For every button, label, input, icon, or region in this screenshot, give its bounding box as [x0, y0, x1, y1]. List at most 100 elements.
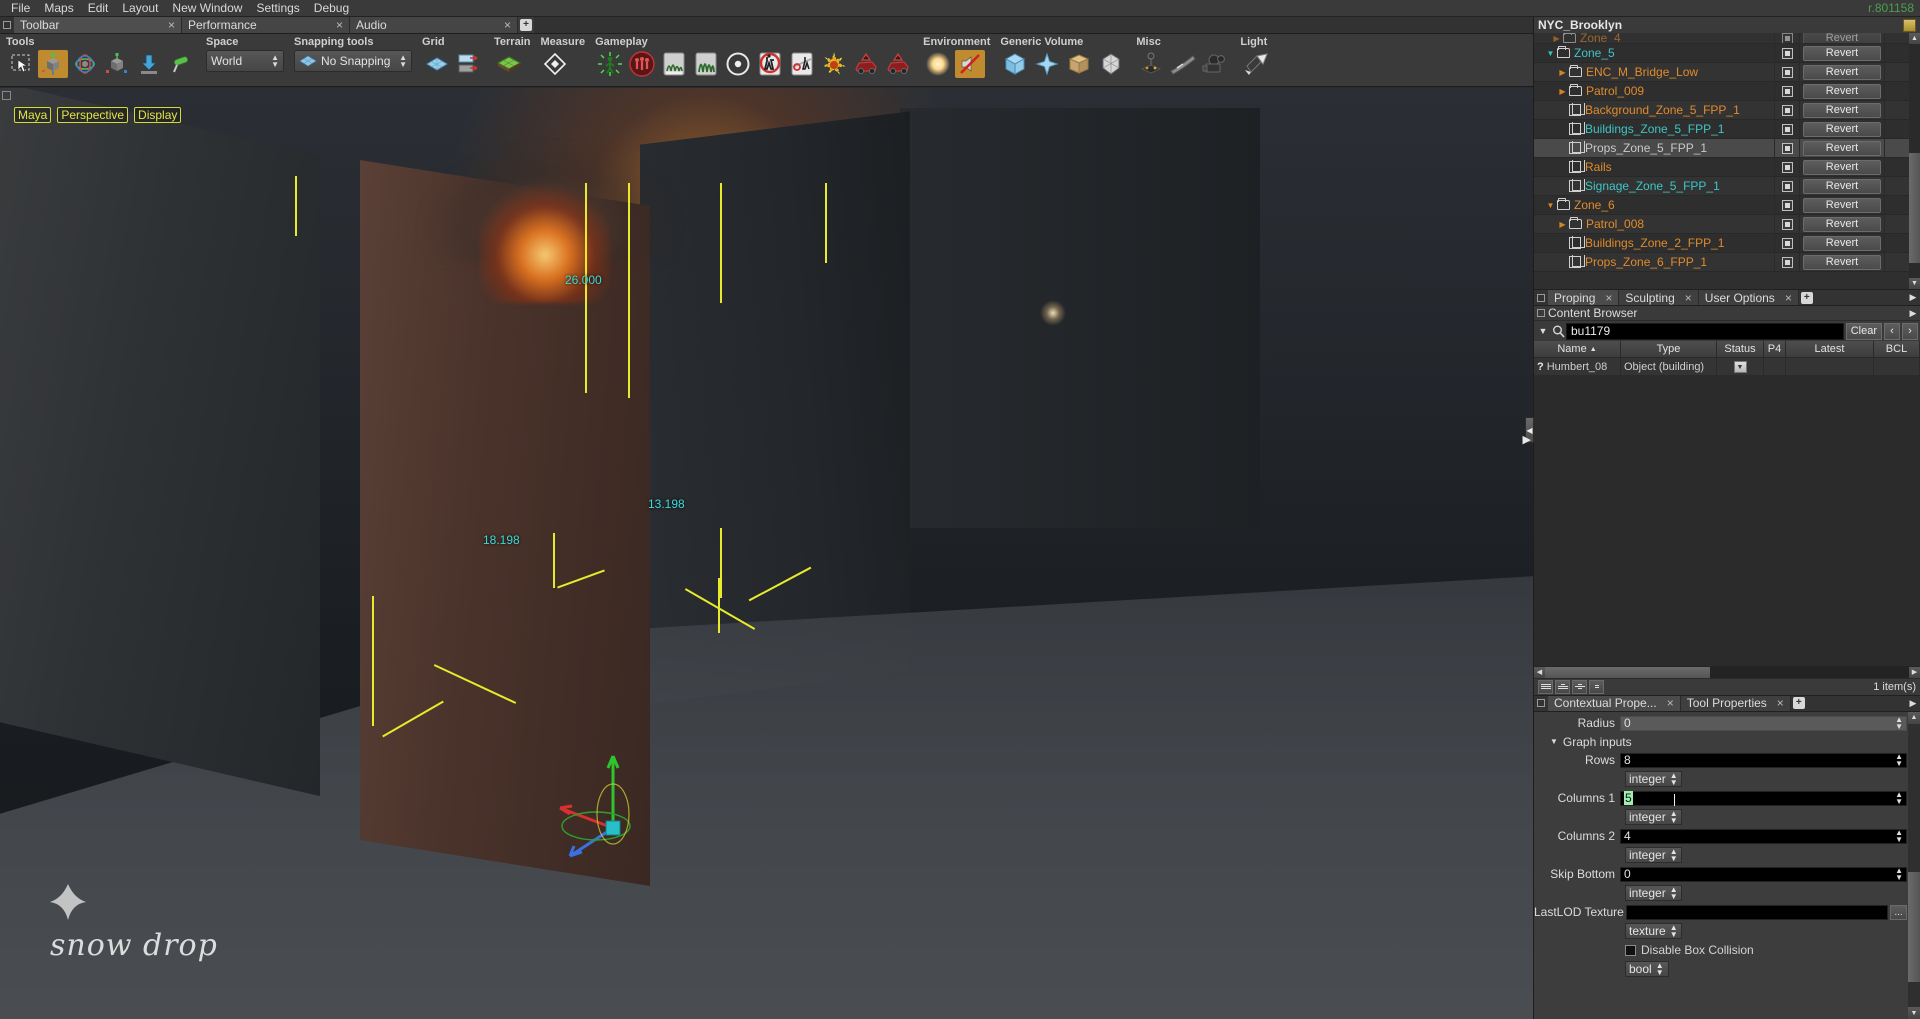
- tab-user-options[interactable]: User Options ×: [1698, 290, 1799, 305]
- prev-button[interactable]: ‹: [1884, 322, 1900, 340]
- scroll-down-icon[interactable]: ▼: [1909, 278, 1920, 289]
- revert-cell[interactable]: Revert: [1800, 44, 1884, 62]
- list-item[interactable]: ? Humbert_08 Object (building) ▼: [1534, 358, 1920, 375]
- revert-cell[interactable]: Revert: [1800, 158, 1884, 176]
- add-tab-button[interactable]: +: [518, 17, 534, 33]
- viewport-chip-display[interactable]: Display: [134, 107, 182, 123]
- audio-mute-icon[interactable]: [955, 50, 986, 78]
- chevron-right-icon[interactable]: ▶: [1556, 87, 1569, 96]
- add-tool-tab-button[interactable]: +: [1799, 290, 1815, 305]
- view-tiles-icon[interactable]: [1572, 679, 1587, 694]
- nav-blocker-icon[interactable]: [755, 50, 785, 78]
- table-row[interactable]: Props_Zone_6_FPP_1 Revert: [1534, 253, 1920, 272]
- table-row[interactable]: Background_Zone_5_FPP_1 Revert: [1534, 101, 1920, 120]
- revert-button[interactable]: Revert: [1803, 102, 1881, 118]
- panel-overflow-icon[interactable]: ▶: [1906, 308, 1920, 319]
- move-gizmo-icon[interactable]: [38, 50, 68, 78]
- column-header-status[interactable]: Status: [1717, 341, 1764, 358]
- dock-icon[interactable]: [1534, 696, 1548, 711]
- save-icon[interactable]: [1903, 18, 1916, 32]
- revert-button[interactable]: Revert: [1803, 235, 1881, 251]
- box-volume-icon[interactable]: [1000, 50, 1030, 78]
- cell-status[interactable]: ▼: [1717, 358, 1764, 375]
- table-row[interactable]: Buildings_Zone_5_FPP_1 Revert: [1534, 120, 1920, 139]
- table-row[interactable]: Rails Revert: [1534, 158, 1920, 177]
- measure-diamond-icon[interactable]: [540, 50, 570, 78]
- drop-to-ground-icon[interactable]: [134, 50, 164, 78]
- menu-item-layout[interactable]: Layout: [115, 0, 165, 17]
- 3d-viewport[interactable]: Maya Perspective Display 26.000 13.198 1…: [0, 88, 1533, 1019]
- dock-icon[interactable]: [1534, 290, 1548, 305]
- visibility-toggle[interactable]: [1774, 33, 1800, 43]
- revert-cell[interactable]: Revert: [1800, 33, 1884, 43]
- grid-snap-icon[interactable]: [454, 50, 484, 78]
- scroll-left-icon[interactable]: ◀: [1534, 666, 1545, 678]
- chevron-down-icon[interactable]: ▼: [1544, 201, 1557, 210]
- tab-toolbar[interactable]: Toolbar ×: [14, 17, 182, 33]
- visibility-toggle[interactable]: [1774, 101, 1800, 119]
- revert-button[interactable]: Revert: [1803, 254, 1881, 270]
- menu-item-debug[interactable]: Debug: [307, 0, 356, 17]
- viewport-dock-icon[interactable]: [2, 91, 11, 100]
- spinner-icon[interactable]: ▲ ▼: [1895, 716, 1903, 731]
- visibility-toggle[interactable]: [1774, 215, 1800, 233]
- grid-plane-icon[interactable]: [422, 50, 452, 78]
- revert-button[interactable]: Revert: [1803, 33, 1881, 43]
- visibility-toggle[interactable]: [1774, 196, 1800, 214]
- content-browser-hscrollbar[interactable]: ◀ ▶: [1534, 665, 1920, 678]
- cover-high-icon[interactable]: [691, 50, 721, 78]
- visibility-toggle[interactable]: [1774, 158, 1800, 176]
- spinner-icon[interactable]: ▲ ▼: [1895, 829, 1903, 844]
- content-browser-list[interactable]: ? Humbert_08 Object (building) ▼: [1534, 358, 1920, 666]
- menu-item-new-window[interactable]: New Window: [165, 0, 249, 17]
- chevron-right-icon[interactable]: ▶: [1556, 68, 1569, 77]
- vehicle-red-icon[interactable]: !: [851, 50, 881, 78]
- scene-hierarchy-tree[interactable]: ▶ Zone_4 Revert ▼ Zone_5 Revert ▶ ENC_M_B…: [1534, 33, 1920, 289]
- search-icon[interactable]: [1550, 325, 1566, 338]
- scroll-down-icon[interactable]: ▼: [1908, 1007, 1920, 1019]
- spinner-icon[interactable]: ▲ ▼: [1895, 867, 1903, 882]
- revert-cell[interactable]: Revert: [1800, 82, 1884, 100]
- revert-button[interactable]: Revert: [1803, 83, 1881, 99]
- table-row[interactable]: ▶ Patrol_009 Revert: [1534, 82, 1920, 101]
- menu-item-file[interactable]: File: [4, 0, 37, 17]
- group-graph-inputs[interactable]: ▼ Graph inputs: [1534, 733, 1920, 751]
- explosion-icon[interactable]: [819, 50, 849, 78]
- clear-button[interactable]: Clear: [1845, 322, 1882, 340]
- snapping-combo[interactable]: No Snapping ▲ ▼: [294, 50, 412, 72]
- revert-button[interactable]: Revert: [1803, 64, 1881, 80]
- menu-item-maps[interactable]: Maps: [37, 0, 80, 17]
- scroll-right-icon[interactable]: ▶: [1909, 666, 1920, 678]
- radius-input[interactable]: 0 ▲ ▼: [1620, 715, 1907, 731]
- circle-volume-icon[interactable]: [723, 50, 753, 78]
- table-row[interactable]: ▶ ENC_M_Bridge_Low Revert: [1534, 63, 1920, 82]
- chevron-down-icon[interactable]: ▼: [1550, 737, 1558, 746]
- close-icon[interactable]: ×: [504, 18, 511, 32]
- visibility-toggle[interactable]: [1774, 253, 1800, 271]
- joystick-icon[interactable]: [1136, 50, 1166, 78]
- properties-panel[interactable]: Radius 0 ▲ ▼ ▼ Graph inputs Rows 8 ▲ ▼ int…: [1534, 711, 1920, 1019]
- skip-bottom-input[interactable]: 0 ▲ ▼: [1620, 866, 1907, 882]
- spinner-icon[interactable]: ▲ ▼: [1895, 753, 1903, 768]
- nav-link-icon[interactable]: [787, 50, 817, 78]
- column-header-name[interactable]: Name ▲: [1534, 341, 1621, 358]
- visibility-toggle[interactable]: [1774, 234, 1800, 252]
- tab-proping[interactable]: Proping ×: [1548, 290, 1620, 305]
- scroll-up-icon[interactable]: ▲: [1909, 33, 1920, 44]
- ramp-icon[interactable]: [1168, 50, 1198, 78]
- enemy-group-icon[interactable]: [627, 50, 657, 78]
- visibility-toggle[interactable]: [1774, 177, 1800, 195]
- revert-button[interactable]: Revert: [1803, 140, 1881, 156]
- viewport-chip-maya[interactable]: Maya: [14, 107, 52, 123]
- scroll-up-icon[interactable]: ▲: [1908, 711, 1920, 724]
- next-button[interactable]: ›: [1902, 322, 1918, 340]
- revert-button[interactable]: Revert: [1803, 178, 1881, 194]
- revert-button[interactable]: Revert: [1803, 197, 1881, 213]
- table-row[interactable]: ▼ Zone_6 Revert: [1534, 196, 1920, 215]
- viewport-side-arrow-icon[interactable]: ▶: [1523, 433, 1531, 446]
- status-dropdown-icon[interactable]: ▼: [1733, 360, 1747, 373]
- visibility-toggle[interactable]: [1774, 120, 1800, 138]
- close-icon[interactable]: ×: [1777, 696, 1784, 710]
- columns-1-input[interactable]: 5 ▲ ▼: [1620, 790, 1907, 806]
- close-icon[interactable]: ×: [168, 18, 175, 32]
